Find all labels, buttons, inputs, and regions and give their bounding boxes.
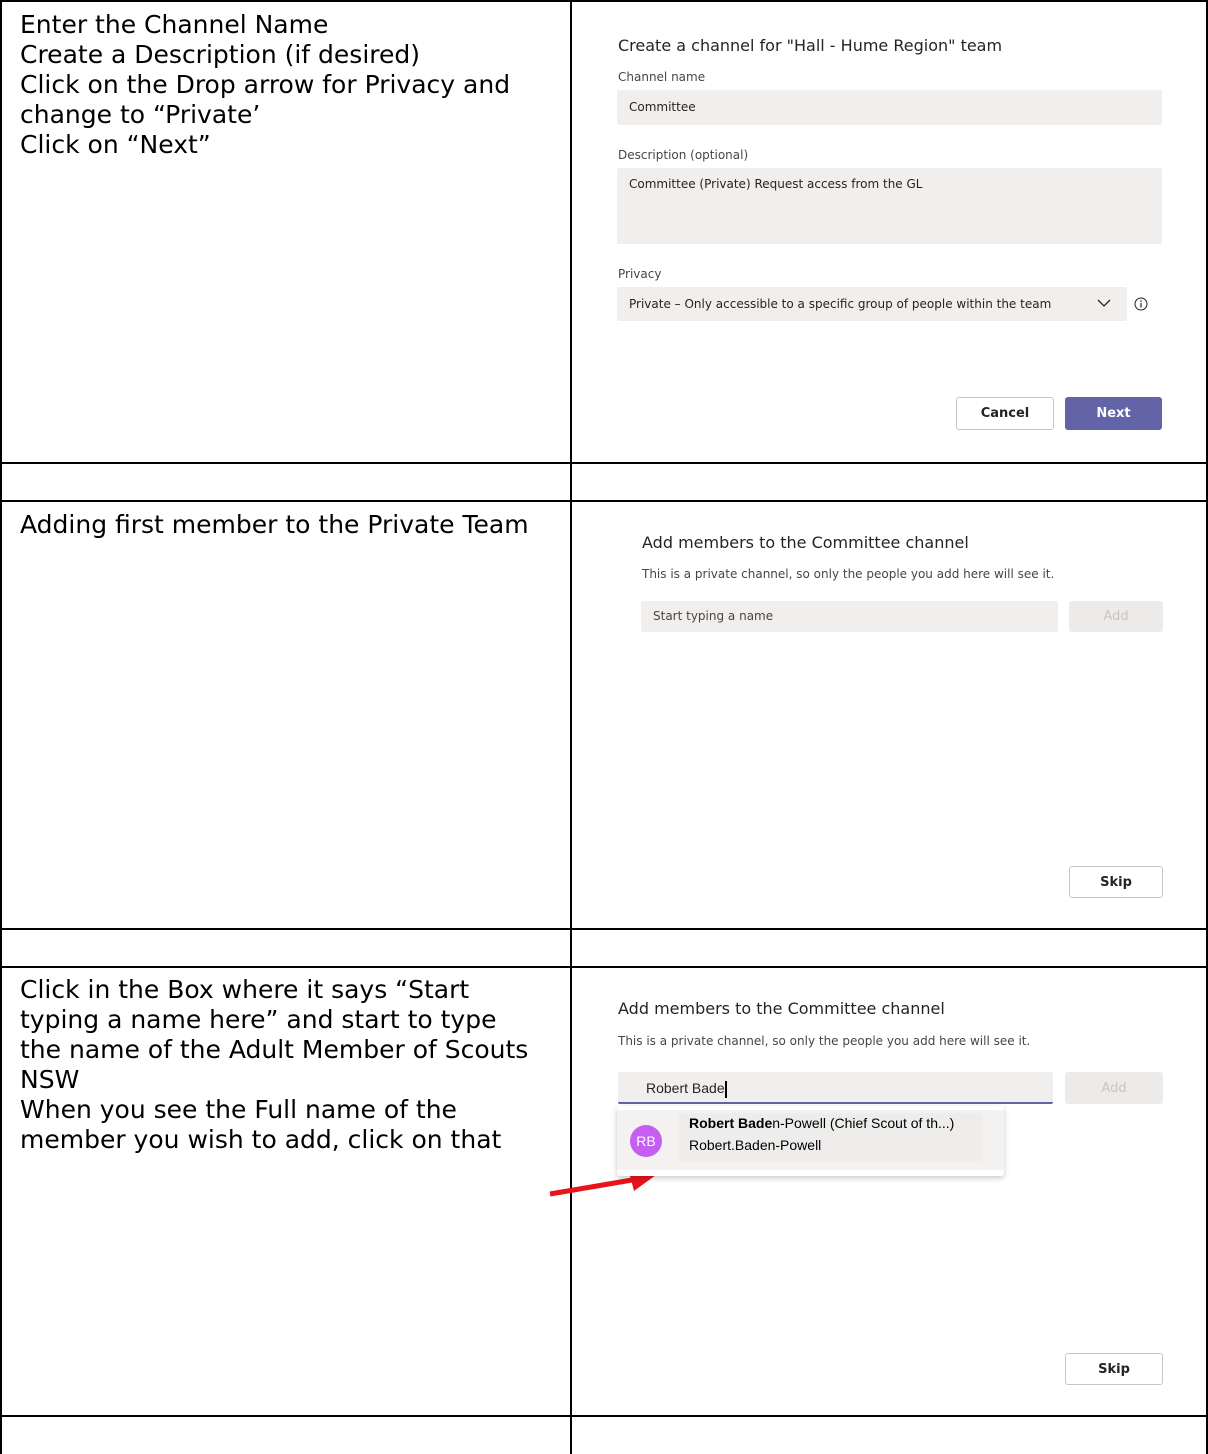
table-row-border <box>0 462 1208 464</box>
suggestion-name-rest: n-Powell (Chief Scout of th...) <box>772 1115 955 1131</box>
table-row-border <box>0 966 1208 968</box>
chevron-down-icon[interactable] <box>1097 298 1111 308</box>
instruction-line: Click on the Drop arrow for Privacy and <box>20 70 511 99</box>
instruction-line: Enter the Channel Name <box>20 10 329 39</box>
member-search-placeholder: Start typing a name <box>653 609 774 623</box>
avatar: RB <box>630 1125 662 1157</box>
add-button[interactable]: Add <box>1069 601 1163 632</box>
member-search-value: Robert Bade <box>646 1080 725 1096</box>
privacy-dropdown[interactable]: Private – Only accessible to a specific … <box>617 287 1127 321</box>
table-row-border <box>0 500 1208 502</box>
channel-name-label: Channel name <box>618 70 706 84</box>
text-cursor <box>724 1080 727 1098</box>
suggestion-username: Robert.Baden-Powell <box>689 1137 822 1153</box>
instructions-step-3: Click in the Box where it says “Start ty… <box>20 975 565 1155</box>
table-row-border <box>0 928 1208 930</box>
suggestion-dropdown: RB Robert Baden-Powell (Chief Scout of t… <box>617 1106 1004 1176</box>
instruction-line: Adding first member to the Private Team <box>20 510 529 539</box>
member-search-input[interactable]: Robert Bade <box>618 1072 1053 1104</box>
channel-name-value: Committee <box>629 100 696 114</box>
suggestion-item[interactable]: RB Robert Baden-Powell (Chief Scout of t… <box>617 1110 1004 1170</box>
skip-button[interactable]: Skip <box>1065 1353 1163 1385</box>
skip-button[interactable]: Skip <box>1069 866 1163 898</box>
channel-name-input[interactable]: Committee <box>617 90 1162 125</box>
instructions-step-2: Adding first member to the Private Team <box>20 510 565 540</box>
avatar-initials: RB <box>636 1133 656 1149</box>
dialog-subtitle: This is a private channel, so only the p… <box>642 567 1055 581</box>
instructions-step-1: Enter the Channel Name Create a Descript… <box>20 10 565 160</box>
dialog-subtitle: This is a private channel, so only the p… <box>618 1034 1031 1048</box>
privacy-value: Private – Only accessible to a specific … <box>629 297 1052 311</box>
instruction-line: Click on “Next” <box>20 130 211 159</box>
description-label: Description (optional) <box>618 148 749 162</box>
cancel-button[interactable]: Cancel <box>956 397 1054 430</box>
instruction-line: change to “Private’ <box>20 100 261 129</box>
info-icon[interactable] <box>1134 297 1148 311</box>
suggestion-name-match: Robert Bade <box>689 1115 773 1131</box>
table-left-border <box>0 0 2 1454</box>
instruction-line: typing a name here” and start to type <box>20 1005 497 1034</box>
instruction-line: Click in the Box where it says “Start <box>20 975 470 1004</box>
privacy-label: Privacy <box>618 267 662 281</box>
description-value: Committee (Private) Request access from … <box>629 177 923 191</box>
dialog-title: Add members to the Committee channel <box>618 999 945 1018</box>
instruction-line: Create a Description (if desired) <box>20 40 421 69</box>
next-button[interactable]: Next <box>1065 397 1162 430</box>
description-textarea[interactable]: Committee (Private) Request access from … <box>617 168 1162 244</box>
member-search-input[interactable]: Start typing a name <box>641 601 1058 632</box>
table-middle-border <box>570 0 572 1454</box>
table-top-border <box>0 0 1208 2</box>
dialog-title: Create a channel for "Hall - Hume Region… <box>618 36 1003 55</box>
instruction-line: the name of the Adult Member of Scouts <box>20 1035 529 1064</box>
suggestion-name: Robert Baden-Powell (Chief Scout of th..… <box>689 1115 954 1131</box>
instruction-line: When you see the Full name of the <box>20 1095 457 1124</box>
instruction-line: member you wish to add, click on that <box>20 1125 502 1154</box>
add-button[interactable]: Add <box>1065 1072 1163 1104</box>
table-row-border <box>0 1415 1208 1417</box>
dialog-title: Add members to the Committee channel <box>642 533 969 552</box>
instruction-line: NSW <box>20 1065 80 1094</box>
